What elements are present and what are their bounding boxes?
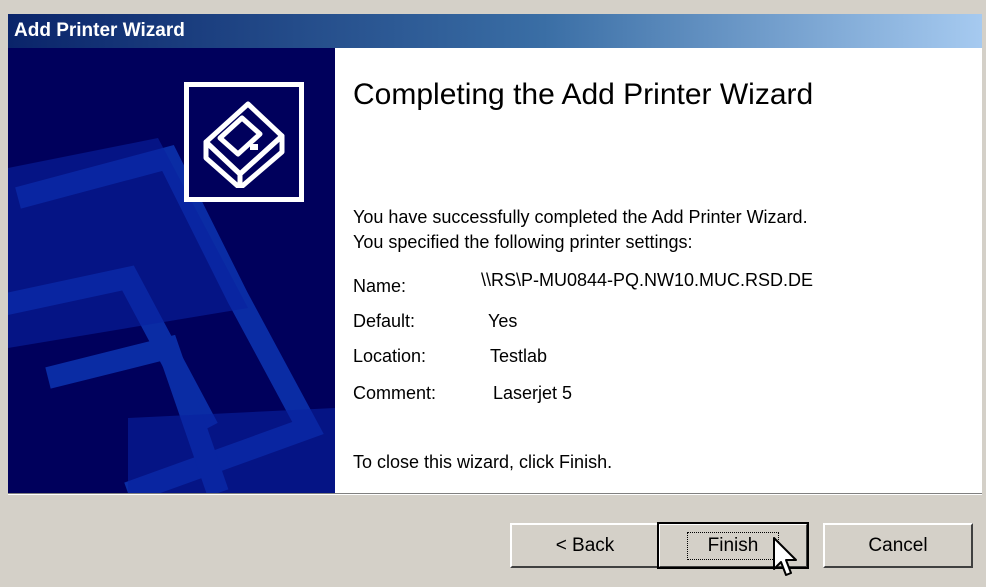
back-button[interactable]: < Back <box>510 523 660 568</box>
wizard-client-area: Completing the Add Printer Wizard You ha… <box>8 48 982 493</box>
printer-tile <box>184 82 304 202</box>
setting-label: Name: <box>353 276 407 296</box>
intro-line-1: You have successfully completed the Add … <box>353 207 808 227</box>
printer-icon <box>203 101 285 188</box>
footer-separator <box>8 493 982 495</box>
page-title: Completing the Add Printer Wizard <box>353 78 814 111</box>
setting-value: \\RS\P-MU0844-PQ.NW10.MUC.RSD.DE <box>481 270 814 290</box>
setting-value: Testlab <box>490 346 548 366</box>
window-title: Add Printer Wizard <box>14 20 185 41</box>
finish-button-label: Finish <box>686 531 780 560</box>
setting-value: Laserjet 5 <box>493 383 573 403</box>
intro-line-2: You specified the following printer sett… <box>353 232 693 252</box>
closing-instruction: To close this wizard, click Finish. <box>353 452 613 472</box>
arrow-cursor-icon <box>773 537 797 576</box>
title-bar[interactable]: Add Printer Wizard <box>8 14 982 48</box>
cancel-button[interactable]: Cancel <box>823 523 973 568</box>
intro-text: You have successfully completed the Add … <box>353 205 808 255</box>
wizard-content: Completing the Add Printer Wizard You ha… <box>353 48 963 493</box>
setting-value: Yes <box>488 311 518 331</box>
back-button-label: < Back <box>555 534 615 556</box>
cancel-button-label: Cancel <box>868 534 928 556</box>
add-printer-wizard-window: Add Printer Wizard Completing the Add Pr… <box>0 0 986 587</box>
setting-label: Location: <box>353 346 427 366</box>
wizard-banner <box>8 48 335 493</box>
setting-label: Comment: <box>353 383 437 403</box>
setting-label: Default: <box>353 311 416 331</box>
